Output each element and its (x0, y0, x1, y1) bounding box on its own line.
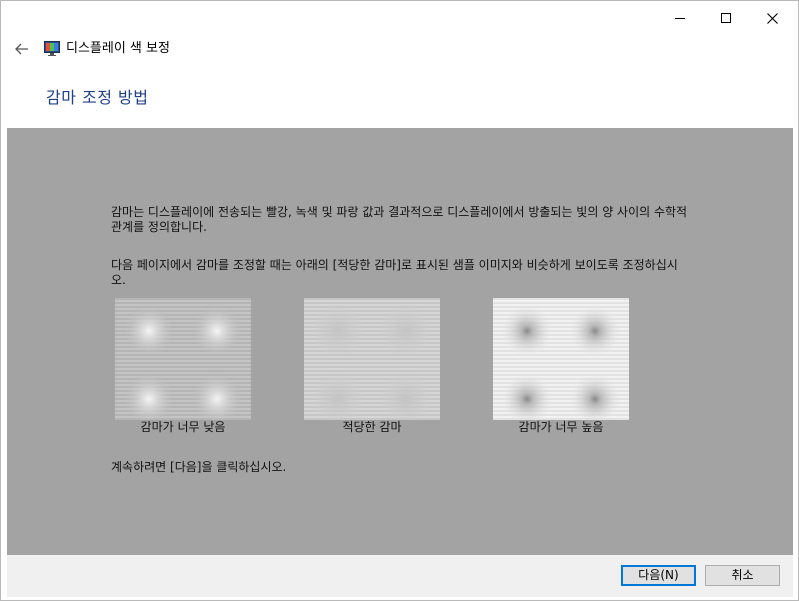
window-title: 디스플레이 색 보정 (66, 41, 170, 56)
gamma-ok-sample-image (304, 298, 440, 420)
gamma-too-low-label: 감마가 너무 낮음 (140, 420, 226, 434)
close-icon (766, 12, 778, 24)
gamma-definition-text: 감마는 디스플레이에 전송되는 빨강, 녹색 및 파랑 값과 결과적으로 디스플… (111, 205, 688, 234)
minimize-icon (675, 17, 685, 19)
footer-bar: 다음(N) 취소 (7, 555, 793, 597)
close-button[interactable] (749, 1, 795, 35)
gamma-too-high-label: 감마가 너무 높음 (518, 420, 604, 434)
title-bar (1, 1, 798, 35)
page-heading: 감마 조정 방법 (46, 88, 149, 107)
gamma-too-high-sample-image (493, 298, 629, 420)
continue-instruction-text: 계속하려면 [다음]을 클릭하십시오. (111, 460, 287, 474)
minimize-button[interactable] (657, 1, 703, 35)
display-color-calibration-icon (44, 41, 60, 56)
cancel-button[interactable]: 취소 (705, 565, 780, 586)
instruction-text: 다음 페이지에서 감마를 조정할 때는 아래의 [적당한 감마]로 표시된 샘플… (111, 258, 678, 287)
content-area: 감마는 디스플레이에 전송되는 빨강, 녹색 및 파랑 값과 결과적으로 디스플… (7, 128, 793, 555)
back-arrow-icon (15, 43, 28, 55)
maximize-icon (721, 13, 731, 23)
gamma-too-low-sample-image (115, 298, 251, 420)
next-button[interactable]: 다음(N) (621, 565, 696, 586)
maximize-button[interactable] (703, 1, 749, 35)
gamma-ok-label: 적당한 감마 (342, 420, 402, 434)
calibration-window: 디스플레이 색 보정 감마 조정 방법 감마는 디스플레이에 전송되는 빨강, … (0, 0, 799, 601)
back-button[interactable] (11, 39, 33, 59)
